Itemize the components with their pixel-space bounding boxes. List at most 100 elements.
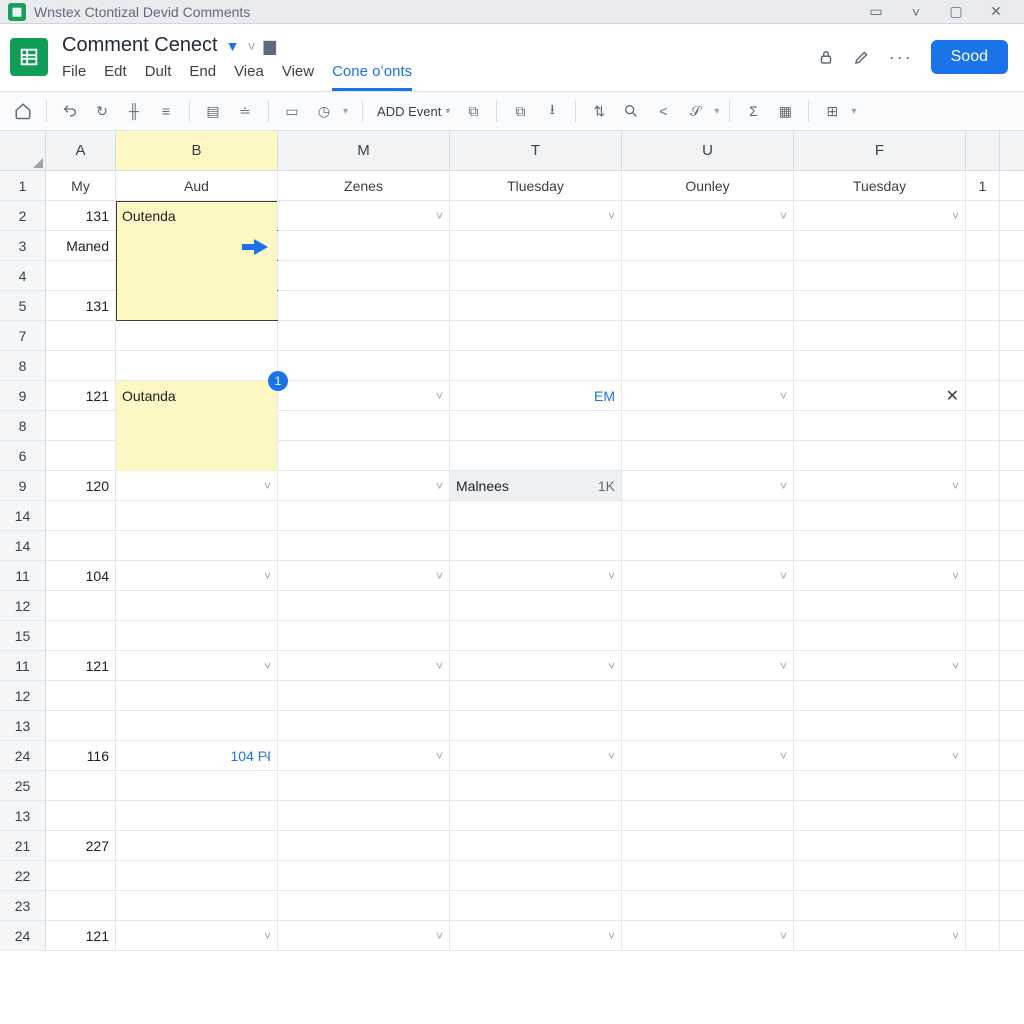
tool-icon-3[interactable]: ≐ — [232, 98, 258, 124]
cell[interactable] — [278, 291, 450, 320]
header-cell-A[interactable]: My — [46, 171, 116, 200]
row-header[interactable]: 9 — [0, 471, 45, 501]
tool-icon-1[interactable]: ╫ — [121, 98, 147, 124]
add-event-button[interactable]: ADD Event▾ — [373, 104, 454, 119]
cell[interactable] — [966, 441, 1000, 470]
pen-icon[interactable] — [853, 48, 871, 66]
share-icon[interactable]: < — [650, 98, 676, 124]
cell[interactable] — [278, 231, 450, 260]
cell[interactable]: 116 — [46, 741, 116, 770]
cell[interactable] — [450, 441, 622, 470]
cell[interactable] — [46, 621, 116, 650]
sheets-logo-icon[interactable] — [10, 38, 48, 76]
header-cell-T[interactable]: Tluesday — [450, 171, 622, 200]
cell[interactable]: 121 — [46, 381, 116, 410]
menu-view[interactable]: View — [282, 63, 314, 91]
cell[interactable] — [966, 501, 1000, 530]
chevron-down-icon[interactable]: ˅ — [608, 209, 615, 223]
cell[interactable]: ˅ — [278, 471, 450, 500]
cell[interactable] — [278, 801, 450, 830]
cell[interactable] — [794, 861, 966, 890]
cell[interactable] — [966, 591, 1000, 620]
row-header[interactable]: 1 — [0, 171, 45, 201]
menu-viea[interactable]: Viea — [234, 63, 264, 91]
cell[interactable]: ˅ — [450, 651, 622, 680]
cell[interactable] — [278, 861, 450, 890]
cell[interactable]: ˅ — [450, 561, 622, 590]
row-header[interactable]: 8 — [0, 411, 45, 441]
cell[interactable] — [278, 321, 450, 350]
column-header-U[interactable]: U — [622, 131, 794, 170]
chevron-down-icon[interactable]: ˅ — [608, 749, 615, 763]
cell[interactable] — [450, 291, 622, 320]
cell[interactable]: ˅ — [622, 561, 794, 590]
cell[interactable] — [46, 261, 116, 290]
row-header[interactable]: 3 — [0, 231, 45, 261]
cell[interactable]: ˅ — [794, 921, 966, 950]
column-header-A[interactable]: A — [46, 131, 116, 170]
header-cell-last[interactable]: 1 — [966, 171, 1000, 200]
cell[interactable] — [278, 771, 450, 800]
cell[interactable] — [622, 891, 794, 920]
row-header[interactable]: 21 — [0, 831, 45, 861]
cell[interactable] — [622, 261, 794, 290]
cell[interactable] — [966, 711, 1000, 740]
cell[interactable] — [966, 741, 1000, 770]
cell[interactable] — [794, 291, 966, 320]
cell[interactable] — [966, 891, 1000, 920]
row-header[interactable]: 12 — [0, 681, 45, 711]
chart-icon[interactable]: ⧉ — [460, 98, 486, 124]
cell[interactable] — [966, 201, 1000, 230]
cell[interactable] — [46, 441, 116, 470]
cell[interactable] — [116, 411, 278, 440]
chevron-down-icon[interactable]: ˅ — [952, 659, 959, 673]
cell[interactable] — [450, 621, 622, 650]
cell[interactable] — [450, 591, 622, 620]
cell[interactable] — [450, 231, 622, 260]
cell[interactable] — [622, 351, 794, 380]
column-header-L[interactable] — [966, 131, 1000, 170]
cell[interactable] — [46, 321, 116, 350]
cell[interactable]: ˅ — [794, 561, 966, 590]
chevron-down-icon[interactable]: ˅ — [608, 659, 615, 673]
cell[interactable] — [622, 621, 794, 650]
chevron-down-icon[interactable]: ˅ — [436, 659, 443, 673]
chevron-down-icon[interactable]: ˅ — [952, 479, 959, 493]
folder-icon[interactable]: ▆ — [264, 36, 276, 56]
column-header-M[interactable]: M — [278, 131, 450, 170]
cell[interactable] — [46, 411, 116, 440]
chevron-down-icon[interactable]: ˅ — [436, 569, 443, 583]
dropdown-caret-2-icon[interactable]: ▾ — [714, 106, 719, 117]
cell[interactable] — [966, 411, 1000, 440]
cell[interactable] — [966, 771, 1000, 800]
cell[interactable] — [966, 801, 1000, 830]
cell[interactable] — [794, 531, 966, 560]
row-header[interactable]: 7 — [0, 321, 45, 351]
cell[interactable] — [278, 411, 450, 440]
window-chevron-icon[interactable]: ˅ — [896, 0, 936, 24]
cell[interactable] — [794, 831, 966, 860]
cell[interactable] — [46, 801, 116, 830]
chevron-down-icon[interactable]: ˅ — [608, 569, 615, 583]
cell[interactable]: EM — [450, 381, 622, 410]
cell[interactable] — [450, 411, 622, 440]
chevron-down-icon[interactable]: ˅ — [436, 389, 443, 403]
cell[interactable]: Outenda — [116, 201, 278, 230]
download-icon[interactable]: ⭳ — [539, 98, 565, 124]
cell[interactable] — [450, 261, 622, 290]
cell[interactable] — [966, 621, 1000, 650]
cell[interactable] — [966, 861, 1000, 890]
chevron-down-icon[interactable]: ˅ — [264, 479, 271, 493]
chevron-down-icon[interactable]: ˅ — [264, 569, 271, 583]
window-min-icon[interactable]: ▭ — [856, 0, 896, 24]
chevron-down-icon[interactable]: ˅ — [436, 929, 443, 943]
row-header[interactable]: 14 — [0, 531, 45, 561]
cell[interactable]: ˅ — [278, 921, 450, 950]
cell[interactable] — [116, 831, 278, 860]
cell[interactable] — [116, 771, 278, 800]
cell[interactable] — [450, 891, 622, 920]
undo-icon[interactable] — [57, 98, 83, 124]
cell[interactable]: ˅ — [794, 651, 966, 680]
cell[interactable] — [116, 441, 278, 470]
tool-icon-2[interactable]: ≡ — [153, 98, 179, 124]
